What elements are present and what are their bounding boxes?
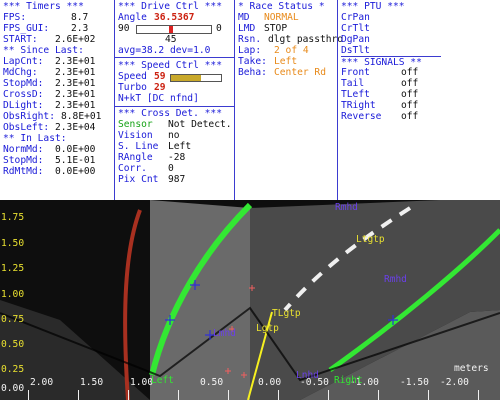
timers-header: *** Timers *** xyxy=(3,1,84,12)
race-row-lap: Lap: 2 of 4 xyxy=(238,45,309,56)
y-tick: 1.50 xyxy=(1,238,25,249)
race-row-md: MD NORMAL xyxy=(238,12,299,23)
slider-readout: 45 xyxy=(165,34,177,45)
race-row-beha: Beha: Center Rd xyxy=(238,67,326,78)
cross-row-vision: Vision no xyxy=(118,130,180,141)
drive-ctrl-header: *** Drive Ctrl *** xyxy=(118,1,222,12)
speed-ctrl-header: *** Speed Ctrl *** xyxy=(118,60,222,71)
signal-tail: Tail off xyxy=(341,78,419,89)
ltgtp-top-label: Ltgtp xyxy=(356,234,385,245)
x-tick: 0.00 xyxy=(258,377,282,388)
x-tick: -1.50 xyxy=(400,377,429,388)
x-tick: 2.00 xyxy=(30,377,54,388)
angle-slider-thumb[interactable] xyxy=(168,26,173,33)
x-unit: meters xyxy=(454,363,489,374)
race-status-column: * Race Status * MD NORMAL LMD STOP Rsn. dlg… xyxy=(235,0,344,200)
race-status-header: * Race Status * xyxy=(238,1,325,12)
angle-row: Angle 36.5367 xyxy=(118,12,195,23)
y-tick-zero: 0.00 xyxy=(1,383,25,394)
cross-row-rangle: RAngle -28 xyxy=(118,152,186,163)
race-row-lmd: LMD STOP xyxy=(238,23,288,34)
cross-det-header: *** Cross Det. *** xyxy=(118,108,222,119)
ptu-header: *** PTU *** xyxy=(341,1,405,12)
y-tick: 1.00 xyxy=(1,289,25,300)
drive-column: *** Drive Ctrl *** Angle 36.5367 90 0 45 … xyxy=(115,0,235,200)
ptu-column: *** PTU *** CrPan CrTlt DgPan DsTlt *** … xyxy=(338,0,500,200)
signal-tright: TRight off xyxy=(341,100,419,111)
drive-mode-line: N+kT [DC nfnd] xyxy=(118,93,199,104)
race-row-take: Take: Left xyxy=(238,56,298,67)
ptu-item-crtlt[interactable]: CrTlt xyxy=(341,23,370,34)
y-tick: 0.75 xyxy=(1,314,25,325)
angle-avg: avg=38.2 dev=1.0 xyxy=(118,45,211,56)
camera-view: 1.75 1.50 1.25 1.00 0.75 0.50 0.25 0.00 … xyxy=(0,200,500,400)
inlast-row-rdmtmd: RdMtMd: 0.0E+00 xyxy=(3,166,96,177)
inlast-row-stopmd: StopMd: 5.1E-01 xyxy=(3,155,96,166)
rmhd-label: Rmhd xyxy=(384,274,407,285)
right-line-label: Right xyxy=(334,375,363,386)
in-last-header: ** In Last: xyxy=(3,133,67,144)
ptu-item-crpan[interactable]: CrPan xyxy=(341,12,370,23)
signal-tleft: TLeft off xyxy=(341,89,419,100)
since-row-obsleft: ObsLeft: 2.3E+04 xyxy=(3,122,96,133)
timer-row-fps: FPS: 8.7 xyxy=(3,12,89,23)
timer-row-start: START: 2.6E+02 xyxy=(3,34,96,45)
left-line-label: Left xyxy=(151,375,174,386)
y-tick: 1.25 xyxy=(1,263,25,274)
since-row-crossd: CrossD: 2.3E+01 xyxy=(3,89,96,100)
since-row-stopmd: StopMd: 2.3E+01 xyxy=(3,78,96,89)
lmhd-label: Lmhd xyxy=(213,328,236,339)
road-top-label: Rmhd xyxy=(335,202,358,213)
cross-row-corr: Corr. 0 xyxy=(118,163,174,174)
x-tick: 1.50 xyxy=(80,377,104,388)
speed-meter xyxy=(170,74,222,82)
since-row-lapcnt: LapCnt: 2.3E+01 xyxy=(3,56,96,67)
angle-slider[interactable] xyxy=(136,25,212,34)
inlast-row-normmd: NormMd: 0.0E+00 xyxy=(3,144,96,155)
lnhd-label: Lnhd xyxy=(296,370,319,381)
since-row-obsright: ObsRight: 8.8E+01 xyxy=(3,111,102,122)
signal-front: Front off xyxy=(341,67,419,78)
status-panel: *** Timers *** FPS: 8.7 FPS_GUI: 2.3 START… xyxy=(0,0,500,200)
x-tick: -2.00 xyxy=(440,377,469,388)
cross-row-pixcnt: Pix Cnt 987 xyxy=(118,174,186,185)
angle-slider-row: 90 0 xyxy=(118,23,222,34)
x-tick: 0.50 xyxy=(200,377,224,388)
timer-row-fps-gui: FPS_GUI: 2.3 xyxy=(3,23,89,34)
y-tick: 1.75 xyxy=(1,212,25,223)
angle-value: 36.5367 xyxy=(154,12,195,23)
turbo-row: Turbo 29 xyxy=(118,82,166,93)
speed-row: Speed 59 xyxy=(118,71,166,82)
y-tick: 0.25 xyxy=(1,364,25,375)
signal-reverse: Reverse off xyxy=(341,111,419,122)
ptu-item-dstlt[interactable]: DsTlt xyxy=(341,45,370,56)
camera-overlay xyxy=(0,200,500,400)
since-row-mdchg: MdChg: 2.3E+01 xyxy=(3,67,96,78)
since-last-header: ** Since Last: xyxy=(3,45,84,56)
since-row-dlight: DLight: 2.3E+01 xyxy=(3,100,96,111)
x-tick: 1.00 xyxy=(130,377,154,388)
tlgtp-label: TLgtp xyxy=(272,308,301,319)
lgtp-label: Lgtp xyxy=(256,323,279,334)
timers-column: *** Timers *** FPS: 8.7 FPS_GUI: 2.3 START… xyxy=(0,0,115,200)
cross-row-sline: S. Line Left xyxy=(118,141,192,152)
cross-row-sensor: Sensor Not Detect. xyxy=(118,119,232,130)
race-row-reason: Rsn. dlgt passthro xyxy=(238,34,344,45)
y-tick: 0.50 xyxy=(1,339,25,350)
ptu-item-dgpan[interactable]: DgPan xyxy=(341,34,370,45)
